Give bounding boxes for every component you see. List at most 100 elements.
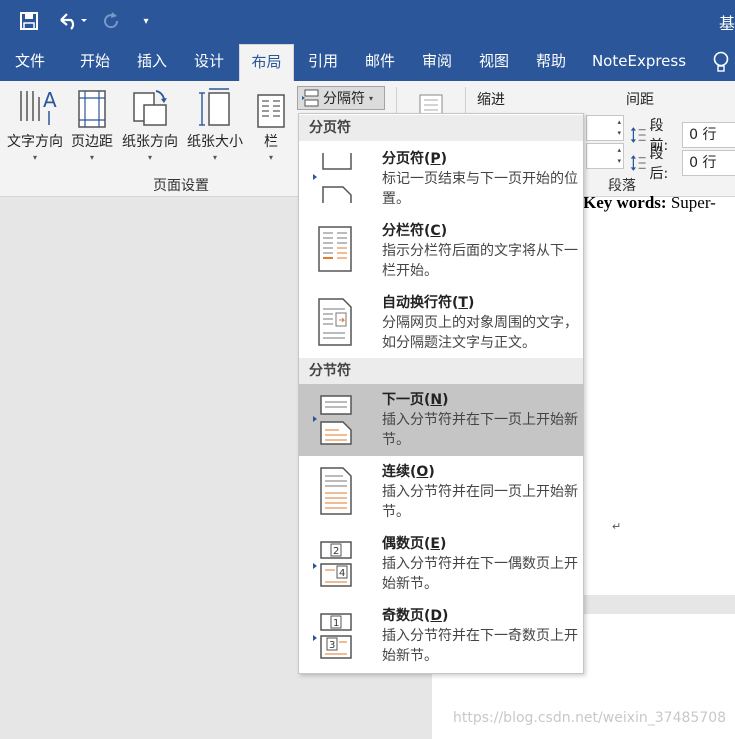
- keywords-text: Super-: [666, 193, 716, 212]
- chevron-down-icon: ▾: [212, 153, 217, 162]
- indent-left-input[interactable]: ▴ ▾: [586, 115, 624, 141]
- spacing-label: 间距: [626, 92, 654, 108]
- menu-item-desc: 插入分节符并在同一页上开始新节。: [382, 484, 578, 520]
- svg-text:1: 1: [333, 618, 339, 629]
- document-title: 基: [718, 14, 735, 33]
- tab-layout[interactable]: 布局: [239, 44, 294, 81]
- menu-item-key: E: [430, 536, 440, 552]
- breaks-icon: [302, 89, 319, 107]
- menu-item-key: P: [430, 151, 441, 167]
- chevron-down-icon: ▾: [32, 153, 37, 162]
- menu-item-title: 连续: [382, 464, 410, 480]
- customize-qat-icon[interactable]: ▾: [138, 8, 154, 34]
- tab-view[interactable]: 视图: [466, 44, 522, 81]
- svg-text:A: A: [43, 88, 57, 112]
- menu-item-key: N: [430, 392, 443, 408]
- breaks-menu: 分页符 分页符(P) 标记一页结束与下一页开始的位置。 分栏符(C) 指示分栏符…: [298, 113, 584, 674]
- page-size-icon: [184, 87, 246, 129]
- chevron-down-icon: ▾: [147, 153, 152, 162]
- even-page-icon: 24: [313, 536, 357, 590]
- keywords-label: Key words:: [583, 193, 667, 212]
- text-direction-label: 文字方向: [7, 134, 63, 150]
- tab-home[interactable]: 开始: [66, 44, 124, 81]
- text-wrapping-break-icon: [313, 295, 357, 349]
- paragraph-mark: ↵: [612, 520, 622, 533]
- menu-item-column-break[interactable]: 分栏符(C) 指示分栏符后面的文字将从下一栏开始。: [299, 215, 583, 287]
- columns-label: 栏: [264, 134, 278, 150]
- menu-item-title: 分栏符: [382, 223, 424, 239]
- menu-item-desc: 插入分节符并在下一页上开始新节。: [382, 412, 578, 448]
- tab-mailings[interactable]: 邮件: [352, 44, 408, 81]
- orientation-label: 纸张方向: [122, 134, 178, 150]
- text-direction-button[interactable]: A 文字方向 ▾: [4, 87, 66, 162]
- tab-review[interactable]: 审阅: [408, 44, 466, 81]
- orientation-button[interactable]: 纸张方向 ▾: [118, 87, 182, 162]
- ribbon-tabs: 文件 开始 插入 设计 布局 引用 邮件 审阅 视图 帮助 NoteExpres…: [0, 44, 735, 81]
- column-break-icon: [313, 223, 357, 277]
- page-setup-group-label: 页面设置: [153, 178, 209, 194]
- menu-item-desc: 分隔网页上的对象周围的文字，如分隔题注文字与正文。: [382, 315, 578, 351]
- menu-item-title: 自动换行符: [382, 295, 452, 311]
- menu-item-key: C: [430, 223, 441, 239]
- continuous-icon: [313, 464, 357, 518]
- next-page-icon: [313, 392, 357, 446]
- after-label: 段后:: [649, 146, 669, 182]
- chevron-down-icon: ▾: [89, 153, 94, 162]
- odd-page-icon: 13: [313, 608, 357, 662]
- svg-text:2: 2: [333, 546, 339, 557]
- menu-item-page-break[interactable]: 分页符(P) 标记一页结束与下一页开始的位置。: [299, 143, 583, 215]
- tab-references[interactable]: 引用: [294, 44, 352, 81]
- redo-icon: [100, 8, 122, 34]
- title-bar: ▾ 基: [0, 0, 735, 44]
- menu-item-key: O: [416, 464, 429, 480]
- undo-icon[interactable]: [54, 8, 90, 34]
- menu-item-title: 下一页: [382, 392, 424, 408]
- page-break-icon: [313, 151, 357, 205]
- size-button[interactable]: 纸张大小 ▾: [184, 87, 246, 162]
- svg-text:4: 4: [339, 568, 345, 579]
- menu-item-key: T: [458, 295, 468, 311]
- menu-item-title: 奇数页: [382, 608, 424, 624]
- menu-item-next-page[interactable]: 下一页(N) 插入分节符并在下一页上开始新节。: [299, 384, 583, 456]
- indent-label: 缩进: [477, 92, 505, 108]
- size-label: 纸张大小: [187, 134, 243, 150]
- spacing-after-row: 段后: 0 行: [629, 143, 735, 183]
- margins-button[interactable]: 页边距 ▾: [68, 87, 116, 162]
- spacing-after-input[interactable]: 0 行: [682, 150, 735, 176]
- menu-item-text-wrapping-break[interactable]: 自动换行符(T) 分隔网页上的对象周围的文字，如分隔题注文字与正文。: [299, 287, 583, 359]
- lightbulb-icon[interactable]: [709, 50, 733, 74]
- keywords-line: Key words: Super-: [583, 193, 716, 213]
- menu-item-title: 偶数页: [382, 536, 424, 552]
- document-page[interactable]: [583, 197, 735, 595]
- tab-file[interactable]: 文件: [0, 44, 60, 81]
- orientation-icon: [118, 87, 182, 129]
- save-icon[interactable]: [16, 8, 42, 34]
- menu-item-title: 分页符: [382, 151, 424, 167]
- menu-item-desc: 标记一页结束与下一页开始的位置。: [382, 171, 578, 207]
- chevron-down-icon: ▾: [268, 153, 273, 162]
- spacing-after-icon: [630, 155, 646, 171]
- columns-button[interactable]: 栏 ▾: [254, 87, 288, 162]
- breaks-button[interactable]: 分隔符 ▾: [297, 86, 385, 110]
- page-breaks-header: 分页符: [299, 115, 583, 141]
- margins-icon: [68, 87, 116, 129]
- columns-icon: [254, 87, 288, 129]
- tab-design[interactable]: 设计: [180, 44, 238, 81]
- svg-text:3: 3: [329, 640, 335, 651]
- indent-right-input[interactable]: ▴ ▾: [586, 143, 624, 169]
- tab-insert[interactable]: 插入: [124, 44, 180, 81]
- menu-item-odd-page[interactable]: 13 奇数页(D) 插入分节符并在下一奇数页上开始新节。: [299, 600, 583, 672]
- watermark: https://blog.csdn.net/weixin_37485708: [453, 710, 727, 726]
- menu-item-even-page[interactable]: 24 偶数页(E) 插入分节符并在下一偶数页上开始新节。: [299, 528, 583, 600]
- margins-label: 页边距: [71, 134, 113, 150]
- tab-noteexpress[interactable]: NoteExpress: [584, 44, 694, 81]
- section-breaks-header: 分节符: [299, 358, 583, 384]
- menu-item-desc: 插入分节符并在下一偶数页上开始新节。: [382, 556, 578, 592]
- tab-help[interactable]: 帮助: [522, 44, 580, 81]
- breaks-label: 分隔符: [323, 91, 365, 107]
- chevron-down-icon: ▾: [369, 93, 374, 103]
- menu-item-desc: 指示分栏符后面的文字将从下一栏开始。: [382, 243, 578, 279]
- paragraph-group-label: 段落: [608, 178, 636, 194]
- text-direction-icon: A: [4, 87, 66, 129]
- menu-item-continuous[interactable]: 连续(O) 插入分节符并在同一页上开始新节。: [299, 456, 583, 528]
